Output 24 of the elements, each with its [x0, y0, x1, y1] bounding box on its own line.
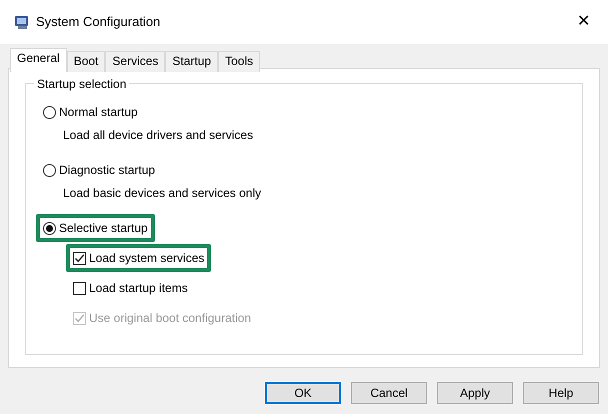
radio-button[interactable]	[43, 106, 56, 118]
tab[interactable]: Services	[105, 51, 166, 72]
app-icon	[14, 14, 30, 30]
tab[interactable]: Boot	[66, 51, 106, 72]
option-description: Load basic devices and services only	[63, 185, 262, 202]
tab[interactable]: Startup	[165, 51, 218, 72]
dialog-button[interactable]: Cancel	[351, 382, 427, 404]
dialog-button[interactable]: Apply	[437, 382, 513, 404]
option-label[interactable]: Normal startup	[59, 103, 138, 121]
option-label[interactable]: Selective startup	[59, 219, 148, 237]
option-description: Load all device drivers and services	[63, 127, 254, 144]
close-button[interactable]: ✕	[571, 14, 596, 30]
option-label[interactable]: Load startup items	[89, 279, 188, 297]
checkbox[interactable]	[73, 282, 86, 294]
window-title: System Configuration	[36, 13, 160, 32]
tab[interactable]: General	[10, 48, 67, 72]
dialog-button[interactable]: Help	[523, 382, 599, 404]
radio-button[interactable]	[43, 222, 56, 234]
option-label[interactable]: Diagnostic startup	[59, 161, 156, 179]
dialog-button[interactable]: OK	[265, 382, 341, 404]
radio-button[interactable]	[43, 164, 56, 176]
option-label[interactable]: Load system services	[89, 249, 204, 267]
tab[interactable]: Tools	[218, 51, 260, 72]
checkbox[interactable]	[73, 252, 86, 264]
